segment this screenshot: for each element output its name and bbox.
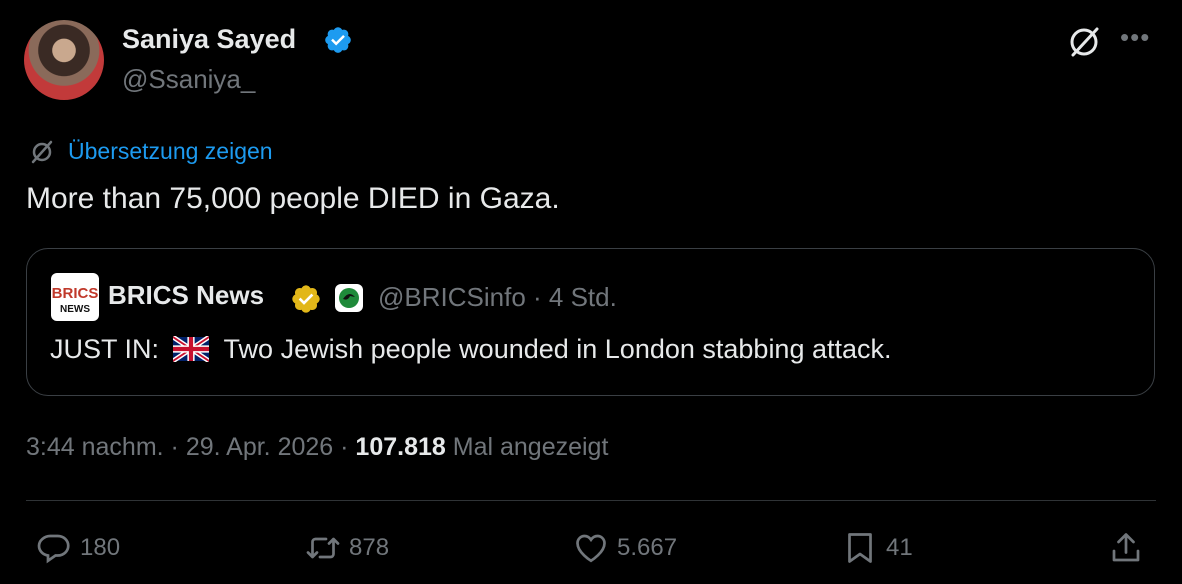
tweet-meta: 3:44 nachm. · 29. Apr. 2026 · 107.818 Ma… — [26, 433, 608, 462]
svg-text:BRICS: BRICS — [52, 285, 99, 302]
author-handle[interactable]: @Ssaniya_ — [122, 64, 255, 95]
share-button[interactable] — [1108, 530, 1144, 566]
quoted-tweet[interactable] — [26, 248, 1155, 396]
quoted-text-body: Two Jewish people wounded in London stab… — [223, 334, 892, 364]
avatar[interactable] — [24, 20, 104, 100]
svg-text:NEWS: NEWS — [60, 304, 90, 315]
tweet-time[interactable]: 3:44 nachm. — [26, 433, 164, 461]
quoted-tweet-text: JUST IN: Two Jewish people wounded in Lo… — [50, 334, 892, 365]
verified-badge-icon — [325, 27, 351, 53]
quoted-time: · 4 Std. — [533, 282, 617, 312]
view-count: 107.818 — [355, 433, 446, 461]
bookmark-button[interactable]: 41 — [842, 530, 913, 566]
grok-icon[interactable] — [1064, 22, 1104, 62]
reply-icon — [37, 534, 70, 564]
like-button[interactable]: 5.667 — [573, 530, 677, 566]
quoted-text-prefix: JUST IN: — [50, 334, 160, 364]
divider — [26, 500, 1156, 501]
repost-button[interactable]: 878 — [305, 530, 389, 566]
gold-verified-badge-icon — [292, 285, 320, 313]
like-count: 5.667 — [617, 534, 678, 561]
separator: · — [170, 433, 186, 461]
reply-count: 180 — [80, 534, 121, 561]
more-icon[interactable]: ••• — [1120, 22, 1150, 53]
share-icon — [1112, 533, 1140, 562]
quoted-author-handle[interactable]: @BRICSinfo — [378, 282, 526, 312]
brics-news-logo-icon: BRICS NEWS — [52, 285, 99, 315]
quoted-handle-time: @BRICSinfo · 4 Std. — [378, 282, 617, 313]
like-icon — [576, 534, 606, 563]
repost-icon — [306, 537, 340, 559]
tweet-date[interactable]: 29. Apr. 2026 — [186, 433, 333, 461]
show-translation-link[interactable]: Übersetzung zeigen — [68, 138, 273, 165]
views-label: Mal angezeigt — [452, 433, 609, 461]
author-name[interactable]: Saniya Sayed — [122, 24, 296, 55]
quoted-author-name[interactable]: BRICS News — [108, 280, 264, 311]
affiliate-badge-icon — [335, 284, 363, 312]
brics-logo[interactable]: BRICS NEWS — [51, 273, 99, 321]
tweet-text: More than 75,000 people DIED in Gaza. — [26, 182, 560, 215]
reply-button[interactable]: 180 — [36, 530, 120, 566]
bookmark-icon — [848, 533, 872, 563]
separator: · — [340, 433, 356, 461]
repost-count: 878 — [349, 534, 390, 561]
bookmark-count: 41 — [886, 534, 913, 561]
translate-icon — [31, 140, 53, 164]
uk-flag-icon — [172, 336, 209, 362]
